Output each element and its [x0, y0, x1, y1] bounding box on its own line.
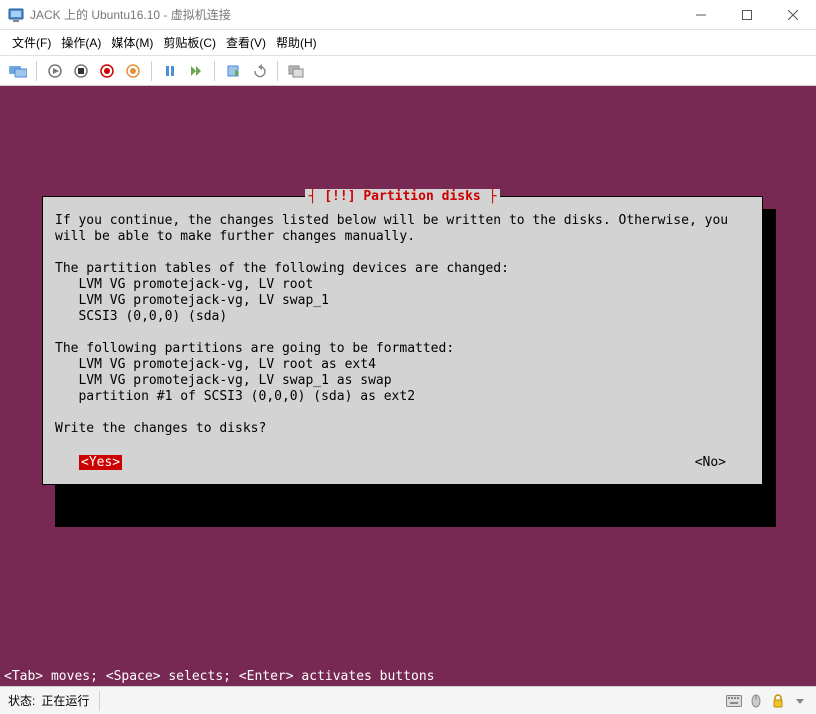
enhanced-session-button[interactable]: [286, 61, 306, 81]
menu-view[interactable]: 查看(V): [226, 34, 266, 51]
app-icon: [8, 7, 24, 23]
ctrl-alt-del-button[interactable]: [8, 61, 28, 81]
revert-button[interactable]: [249, 61, 269, 81]
partition-dialog: ┤ [!!] Partition disks ├ If you continue…: [42, 196, 763, 485]
menu-clipboard[interactable]: 剪贴板(C): [163, 34, 216, 51]
menu-file[interactable]: 文件(F): [12, 34, 51, 51]
start-button[interactable]: [45, 61, 65, 81]
yes-button[interactable]: <Yes>: [79, 455, 122, 470]
reset-button[interactable]: [186, 61, 206, 81]
save-button[interactable]: [123, 61, 143, 81]
lock-icon: [770, 693, 786, 709]
menubar: 文件(F) 操作(A) 媒体(M) 剪贴板(C) 查看(V) 帮助(H): [0, 30, 816, 56]
keyboard-icon: [726, 693, 742, 709]
shutdown-button[interactable]: [97, 61, 117, 81]
dialog-body: If you continue, the changes listed belo…: [55, 213, 750, 437]
status-label: 状态:: [8, 692, 35, 709]
close-button[interactable]: [770, 0, 816, 30]
maximize-button[interactable]: [724, 0, 770, 30]
menu-media[interactable]: 媒体(M): [111, 34, 153, 51]
minimize-button[interactable]: [678, 0, 724, 30]
no-button[interactable]: <No>: [695, 455, 726, 470]
pause-button[interactable]: [160, 61, 180, 81]
chevron-down-icon[interactable]: [792, 693, 808, 709]
keyboard-hint: <Tab> moves; <Space> selects; <Enter> ac…: [0, 667, 816, 686]
turnoff-button[interactable]: [71, 61, 91, 81]
menu-action[interactable]: 操作(A): [61, 34, 101, 51]
statusbar: 状态: 正在运行: [0, 686, 816, 714]
toolbar: [0, 56, 816, 86]
titlebar-text: JACK 上的 Ubuntu16.10 - 虚拟机连接: [30, 6, 678, 23]
menu-help[interactable]: 帮助(H): [276, 34, 317, 51]
mouse-icon: [748, 693, 764, 709]
dialog-title: ┤ [!!] Partition disks ├: [305, 189, 501, 204]
status-value: 正在运行: [41, 692, 89, 709]
vm-display[interactable]: ┤ [!!] Partition disks ├ If you continue…: [0, 86, 816, 686]
titlebar: JACK 上的 Ubuntu16.10 - 虚拟机连接: [0, 0, 816, 30]
checkpoint-button[interactable]: [223, 61, 243, 81]
